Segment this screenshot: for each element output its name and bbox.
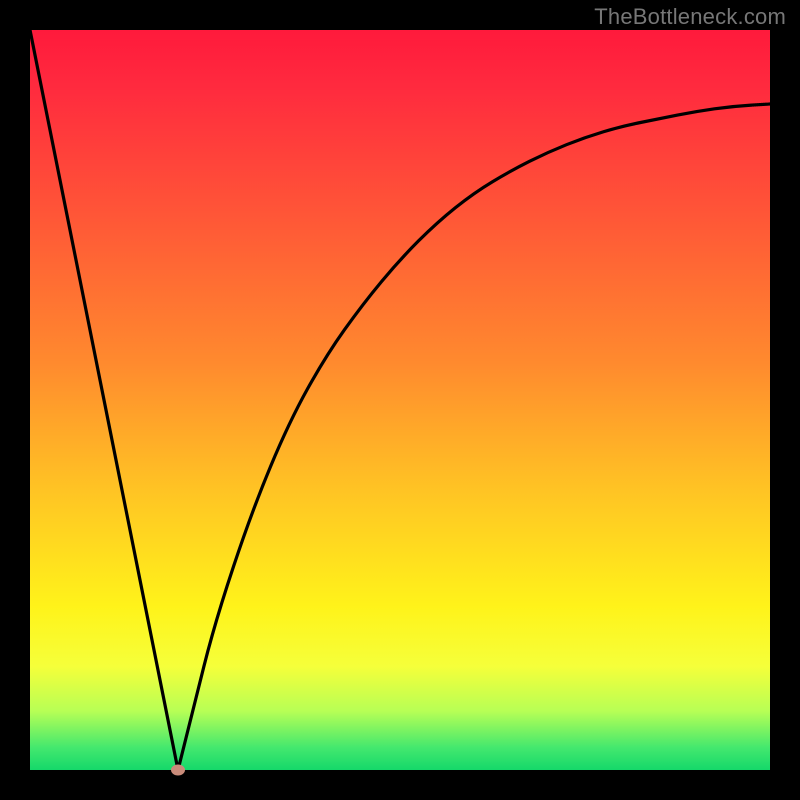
chart-frame: TheBottleneck.com bbox=[0, 0, 800, 800]
watermark-label: TheBottleneck.com bbox=[594, 4, 786, 30]
curve-svg bbox=[30, 30, 770, 770]
bottleneck-curve bbox=[30, 30, 770, 770]
optimum-marker bbox=[171, 765, 185, 776]
